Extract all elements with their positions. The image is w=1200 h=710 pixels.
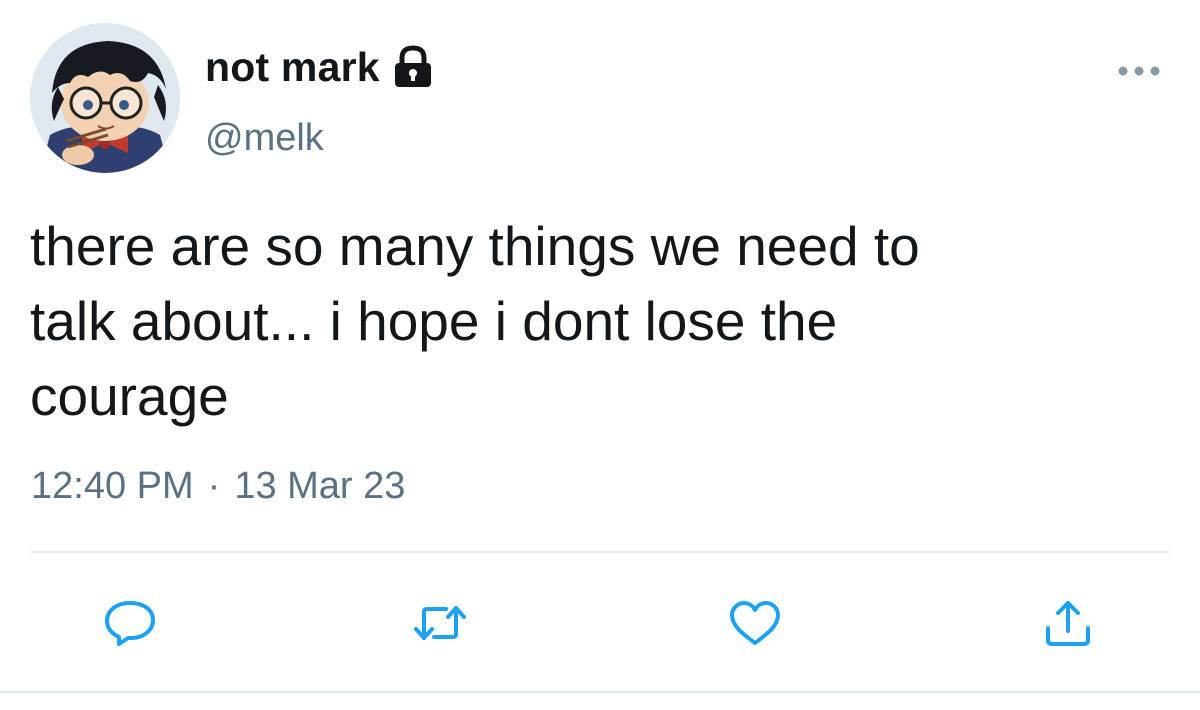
reply-button[interactable] — [102, 598, 158, 648]
divider — [30, 551, 1170, 553]
reply-icon — [105, 601, 155, 646]
display-name-row[interactable]: not mark — [205, 42, 434, 92]
tweet-card: not mark @melk there are so many things … — [0, 0, 1200, 710]
avatar[interactable] — [30, 23, 180, 173]
bottom-divider — [0, 691, 1200, 693]
lock-icon — [392, 45, 434, 89]
tweet-time[interactable]: 12:40 PM — [31, 465, 194, 508]
retweet-button[interactable] — [412, 598, 468, 648]
more-icon[interactable] — [1116, 58, 1162, 84]
share-icon — [1046, 601, 1090, 646]
display-name[interactable]: not mark — [205, 44, 380, 91]
heart-icon — [730, 601, 780, 645]
like-button[interactable] — [727, 598, 783, 648]
meta-separator: · — [207, 465, 221, 507]
share-button[interactable] — [1040, 598, 1096, 648]
tweet-timestamp[interactable]: 12:40 PM · 13 Mar 23 — [31, 465, 405, 508]
user-handle[interactable]: @melk — [205, 117, 324, 160]
tweet-text: there are so many things we need to talk… — [30, 215, 920, 427]
tweet-date[interactable]: 13 Mar 23 — [234, 465, 405, 508]
retweet-icon — [414, 606, 466, 640]
